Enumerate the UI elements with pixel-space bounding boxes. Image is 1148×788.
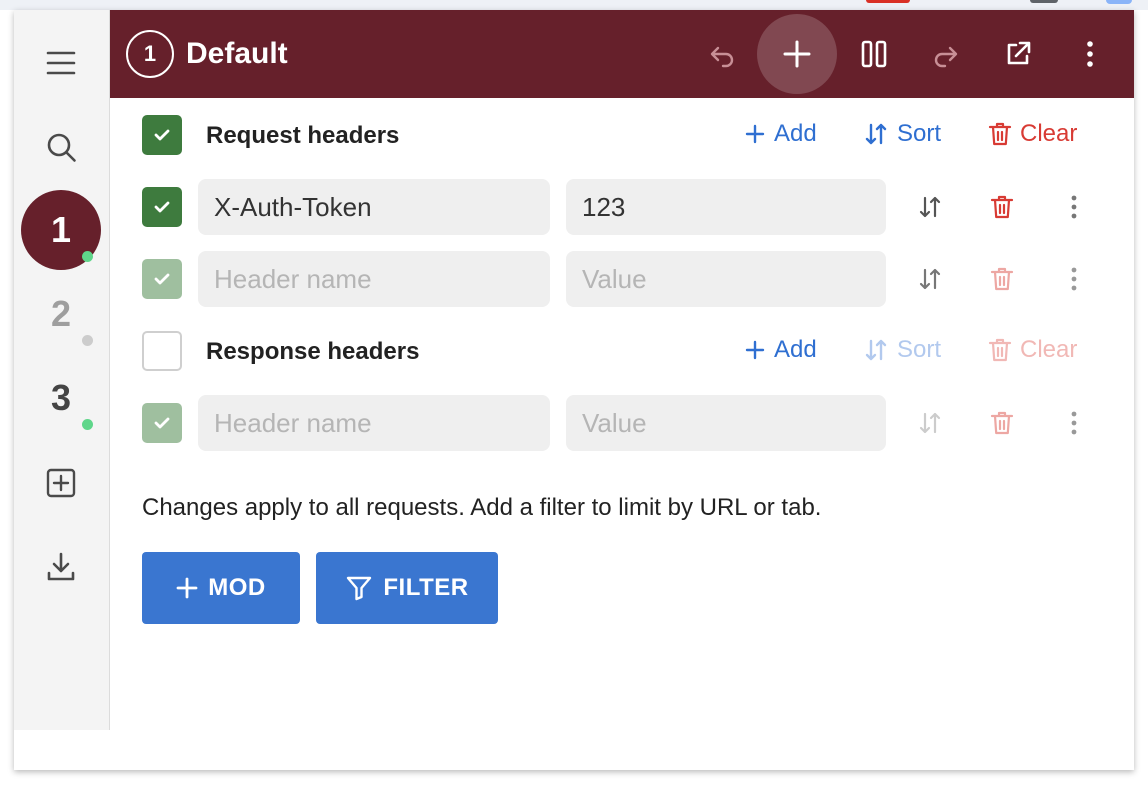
add-mod-button[interactable]: MOD <box>142 552 300 624</box>
header-value-input[interactable]: Value <box>566 395 886 451</box>
main-content: Request headers Add Sort Clear X-Auth-To… <box>110 98 1134 730</box>
profile-2-label: 2 <box>50 293 72 334</box>
response-sort-label: Sort <box>897 336 942 363</box>
plus-icon <box>176 577 198 599</box>
profile-2-status-dot <box>82 335 93 346</box>
browser-tab-indicator <box>1030 0 1058 3</box>
request-sort-button[interactable]: Sort <box>863 120 941 148</box>
request-clear-button[interactable]: Clear <box>988 120 1077 148</box>
info-note: Changes apply to all requests. Add a fil… <box>142 494 822 521</box>
row-more-icon[interactable] <box>1054 187 1094 227</box>
request-sort-label: Sort <box>897 120 942 147</box>
add-filter-label: FILTER <box>383 574 469 601</box>
download-icon[interactable] <box>40 546 82 588</box>
response-sort-button[interactable]: Sort <box>863 336 941 364</box>
sort-handle-icon[interactable] <box>910 259 950 299</box>
delete-row-icon[interactable] <box>982 403 1022 443</box>
add-profile-icon[interactable] <box>40 462 82 504</box>
response-headers-checkbox[interactable] <box>142 331 182 371</box>
browser-tab-indicator <box>866 0 910 3</box>
sort-handle-icon[interactable] <box>910 403 950 443</box>
sort-icon <box>865 339 887 361</box>
add-mod-plus-icon[interactable] <box>757 14 837 94</box>
plus-icon <box>745 340 765 360</box>
profile-number-badge: 1 <box>126 30 174 78</box>
extension-popup: 1 2 3 1 Default Request headers Add Sort… <box>14 10 1134 770</box>
browser-tab-strip <box>0 0 1148 10</box>
profile-3-status-dot <box>82 419 93 430</box>
hamburger-icon[interactable] <box>40 42 82 84</box>
header-name-input[interactable]: Header name <box>198 395 550 451</box>
response-clear-label: Clear <box>1020 336 1078 363</box>
pause-icon[interactable] <box>850 30 898 78</box>
request-clear-label: Clear <box>1020 120 1078 147</box>
response-add-label: Add <box>774 336 817 363</box>
profile-header: 1 Default <box>110 10 1134 98</box>
open-external-icon[interactable] <box>994 30 1042 78</box>
response-add-button[interactable]: Add <box>744 336 817 364</box>
request-headers-checkbox[interactable] <box>142 115 182 155</box>
redo-icon[interactable] <box>922 30 970 78</box>
request-add-button[interactable]: Add <box>744 120 817 148</box>
trash-icon <box>988 122 1012 146</box>
row-more-icon[interactable] <box>1054 259 1094 299</box>
filter-icon <box>347 576 372 601</box>
delete-row-icon[interactable] <box>982 187 1022 227</box>
add-filter-button[interactable]: FILTER <box>316 552 498 624</box>
response-clear-button[interactable]: Clear <box>988 336 1077 364</box>
profile-3-label: 3 <box>50 377 72 418</box>
profile-title[interactable]: Default <box>186 34 288 74</box>
profile-1-label: 1 <box>50 209 72 250</box>
response-headers-title: Response headers <box>206 338 420 365</box>
request-headers-title: Request headers <box>206 122 400 149</box>
header-row-checkbox[interactable] <box>142 187 182 227</box>
delete-row-icon[interactable] <box>982 259 1022 299</box>
add-mod-label: MOD <box>208 574 266 601</box>
more-vertical-icon[interactable] <box>1066 30 1114 78</box>
plus-icon <box>745 124 765 144</box>
browser-tab-indicator <box>1106 0 1132 4</box>
profile-1-status-dot <box>82 251 93 262</box>
row-more-icon[interactable] <box>1054 403 1094 443</box>
header-name-input[interactable]: X-Auth-Token <box>198 179 550 235</box>
search-icon[interactable] <box>40 126 82 168</box>
sidebar: 1 2 3 <box>14 10 110 730</box>
trash-icon <box>988 338 1012 362</box>
header-name-input[interactable]: Header name <box>198 251 550 307</box>
undo-icon[interactable] <box>698 30 746 78</box>
sort-handle-icon[interactable] <box>910 187 950 227</box>
sort-icon <box>865 123 887 145</box>
header-row-checkbox[interactable] <box>142 259 182 299</box>
request-add-label: Add <box>774 120 817 147</box>
header-value-input[interactable]: 123 <box>566 179 886 235</box>
header-value-input[interactable]: Value <box>566 251 886 307</box>
header-row-checkbox[interactable] <box>142 403 182 443</box>
